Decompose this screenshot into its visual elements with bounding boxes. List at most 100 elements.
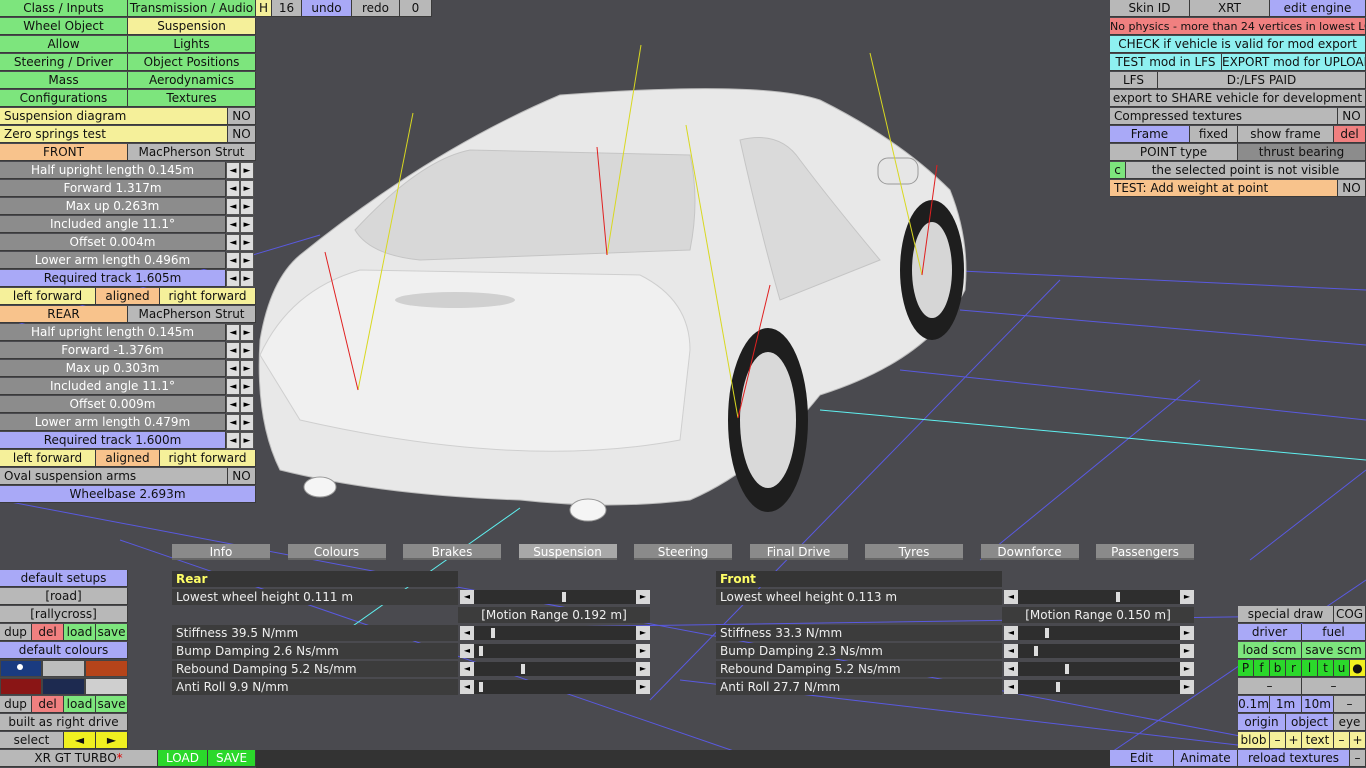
- colour-swatch-5[interactable]: [42, 678, 85, 695]
- front-suspension-type[interactable]: MacPherson Strut: [128, 144, 256, 161]
- driver-button[interactable]: driver: [1238, 624, 1302, 641]
- rear-param-5[interactable]: Lower arm length 0.479m: [0, 414, 226, 431]
- setup-rallycross[interactable]: [rallycross]: [0, 606, 128, 623]
- view-letter-3[interactable]: r: [1286, 660, 1302, 677]
- arrow-right-icon[interactable]: ►: [636, 590, 650, 604]
- arrow-right-icon[interactable]: ►: [636, 626, 650, 640]
- setup-load-button[interactable]: load: [64, 624, 96, 641]
- rear-label[interactable]: REAR: [0, 306, 128, 323]
- slider-knob[interactable]: [1116, 592, 1120, 602]
- load-scm-button[interactable]: load scm: [1238, 642, 1302, 659]
- rear-param-1[interactable]: Forward -1.376m: [0, 342, 226, 359]
- rear-aligned-button[interactable]: aligned: [96, 450, 160, 467]
- arrow-left-icon[interactable]: ◄: [226, 396, 240, 413]
- allow-button[interactable]: Allow: [0, 36, 128, 53]
- view-letter-4[interactable]: l: [1302, 660, 1318, 677]
- arrow-left-icon[interactable]: ◄: [460, 590, 474, 604]
- rear-required-track[interactable]: Required track 1.600m: [0, 432, 226, 449]
- rear-left-forward-button[interactable]: left forward: [0, 450, 96, 467]
- rear-setting-slider[interactable]: [474, 680, 636, 694]
- export-mod-button[interactable]: EXPORT mod for UPLOAD: [1222, 54, 1366, 71]
- rear-param-0[interactable]: Half upright length 0.145m: [0, 324, 226, 341]
- arrow-right-icon[interactable]: ►: [240, 180, 254, 197]
- arrow-left-icon[interactable]: ◄: [226, 432, 240, 449]
- tab-brakes[interactable]: Brakes: [403, 544, 501, 560]
- rear-setting-slider[interactable]: [474, 662, 636, 676]
- step-minus-button[interactable]: –: [1334, 696, 1366, 713]
- front-right-forward-button[interactable]: right forward: [160, 288, 256, 305]
- arrow-right-icon[interactable]: ►: [240, 234, 254, 251]
- front-setting-slider[interactable]: [1018, 590, 1180, 604]
- skin-id-button[interactable]: Skin ID: [1110, 0, 1190, 17]
- arrow-right-icon[interactable]: ►: [240, 414, 254, 431]
- steering-driver-button[interactable]: Steering / Driver: [0, 54, 128, 71]
- xrt-field[interactable]: XRT: [1190, 0, 1270, 17]
- select-button[interactable]: select: [0, 732, 64, 749]
- animate-mode-button[interactable]: Animate: [1174, 750, 1238, 767]
- show-frame-button[interactable]: show frame: [1238, 126, 1334, 143]
- colour-dup-button[interactable]: dup: [0, 696, 32, 713]
- arrow-right-icon[interactable]: ►: [240, 432, 254, 449]
- front-param-1[interactable]: Forward 1.317m: [0, 180, 226, 197]
- load-button[interactable]: LOAD: [158, 750, 208, 767]
- tab-suspension[interactable]: Suspension: [518, 544, 617, 560]
- colour-swatch-4[interactable]: [0, 678, 42, 695]
- default-setups-button[interactable]: default setups: [0, 570, 128, 587]
- rear-right-forward-button[interactable]: right forward: [160, 450, 256, 467]
- view-letter-7[interactable]: ●: [1350, 660, 1366, 677]
- text-button[interactable]: text: [1302, 732, 1334, 749]
- step-1m-button[interactable]: 1m: [1270, 696, 1302, 713]
- colour-save-button[interactable]: save: [96, 696, 128, 713]
- view-letter-6[interactable]: u: [1334, 660, 1350, 677]
- transmission-audio-button[interactable]: Transmission / Audio: [128, 0, 256, 17]
- fuel-button[interactable]: fuel: [1302, 624, 1366, 641]
- slider-knob[interactable]: [491, 628, 495, 638]
- tab-final-drive[interactable]: Final Drive: [749, 544, 848, 560]
- setup-del-button[interactable]: del: [32, 624, 64, 641]
- slider-knob[interactable]: [1065, 664, 1069, 674]
- setup-dup-button[interactable]: dup: [0, 624, 32, 641]
- arrow-left-icon[interactable]: ◄: [460, 644, 474, 658]
- arrow-left-icon[interactable]: ◄: [1004, 662, 1018, 676]
- blob-plus-button[interactable]: +: [1286, 732, 1302, 749]
- export-share-button[interactable]: export to SHARE vehicle for development: [1110, 90, 1366, 107]
- front-param-5[interactable]: Lower arm length 0.496m: [0, 252, 226, 269]
- arrow-right-icon[interactable]: ►: [1180, 662, 1194, 676]
- arrow-right-icon[interactable]: ►: [240, 378, 254, 395]
- zero-springs-value[interactable]: NO: [228, 126, 256, 143]
- arrow-right-icon[interactable]: ►: [240, 216, 254, 233]
- arrow-right-icon[interactable]: ►: [240, 342, 254, 359]
- view-letter-1[interactable]: f: [1254, 660, 1270, 677]
- colour-del-button[interactable]: del: [32, 696, 64, 713]
- front-aligned-button[interactable]: aligned: [96, 288, 160, 305]
- text-plus-button[interactable]: +: [1350, 732, 1366, 749]
- arrow-right-icon[interactable]: ►: [1180, 680, 1194, 694]
- front-param-3[interactable]: Included angle 11.1°: [0, 216, 226, 233]
- aerodynamics-button[interactable]: Aerodynamics: [128, 72, 256, 89]
- arrow-left-icon[interactable]: ◄: [226, 360, 240, 377]
- view-letter-0[interactable]: P: [1238, 660, 1254, 677]
- blob-minus-button[interactable]: –: [1270, 732, 1286, 749]
- rear-param-2[interactable]: Max up 0.303m: [0, 360, 226, 377]
- arrow-left-icon[interactable]: ◄: [226, 234, 240, 251]
- minus-button-2[interactable]: –: [1302, 678, 1366, 695]
- oval-arms-value[interactable]: NO: [228, 468, 256, 485]
- step-0-1m-button[interactable]: 0.1m: [1238, 696, 1270, 713]
- minus-button-1[interactable]: –: [1238, 678, 1302, 695]
- arrow-left-icon[interactable]: ◄: [226, 414, 240, 431]
- textures-button[interactable]: Textures: [128, 90, 256, 107]
- compressed-textures-value[interactable]: NO: [1338, 108, 1366, 125]
- arrow-right-icon[interactable]: ►: [240, 162, 254, 179]
- arrow-left-icon[interactable]: ◄: [226, 198, 240, 215]
- arrow-left-icon[interactable]: ◄: [226, 252, 240, 269]
- oval-arms-toggle[interactable]: Oval suspension arms: [0, 468, 228, 485]
- rear-setting-slider[interactable]: [474, 626, 636, 640]
- object-positions-button[interactable]: Object Positions: [128, 54, 256, 71]
- arrow-left-icon[interactable]: ◄: [226, 216, 240, 233]
- mass-button[interactable]: Mass: [0, 72, 128, 89]
- special-draw-button[interactable]: special draw: [1238, 606, 1334, 623]
- save-button[interactable]: SAVE: [208, 750, 256, 767]
- tab-colours[interactable]: Colours: [287, 544, 386, 560]
- rear-setting-slider[interactable]: [474, 644, 636, 658]
- fixed-button[interactable]: fixed: [1190, 126, 1238, 143]
